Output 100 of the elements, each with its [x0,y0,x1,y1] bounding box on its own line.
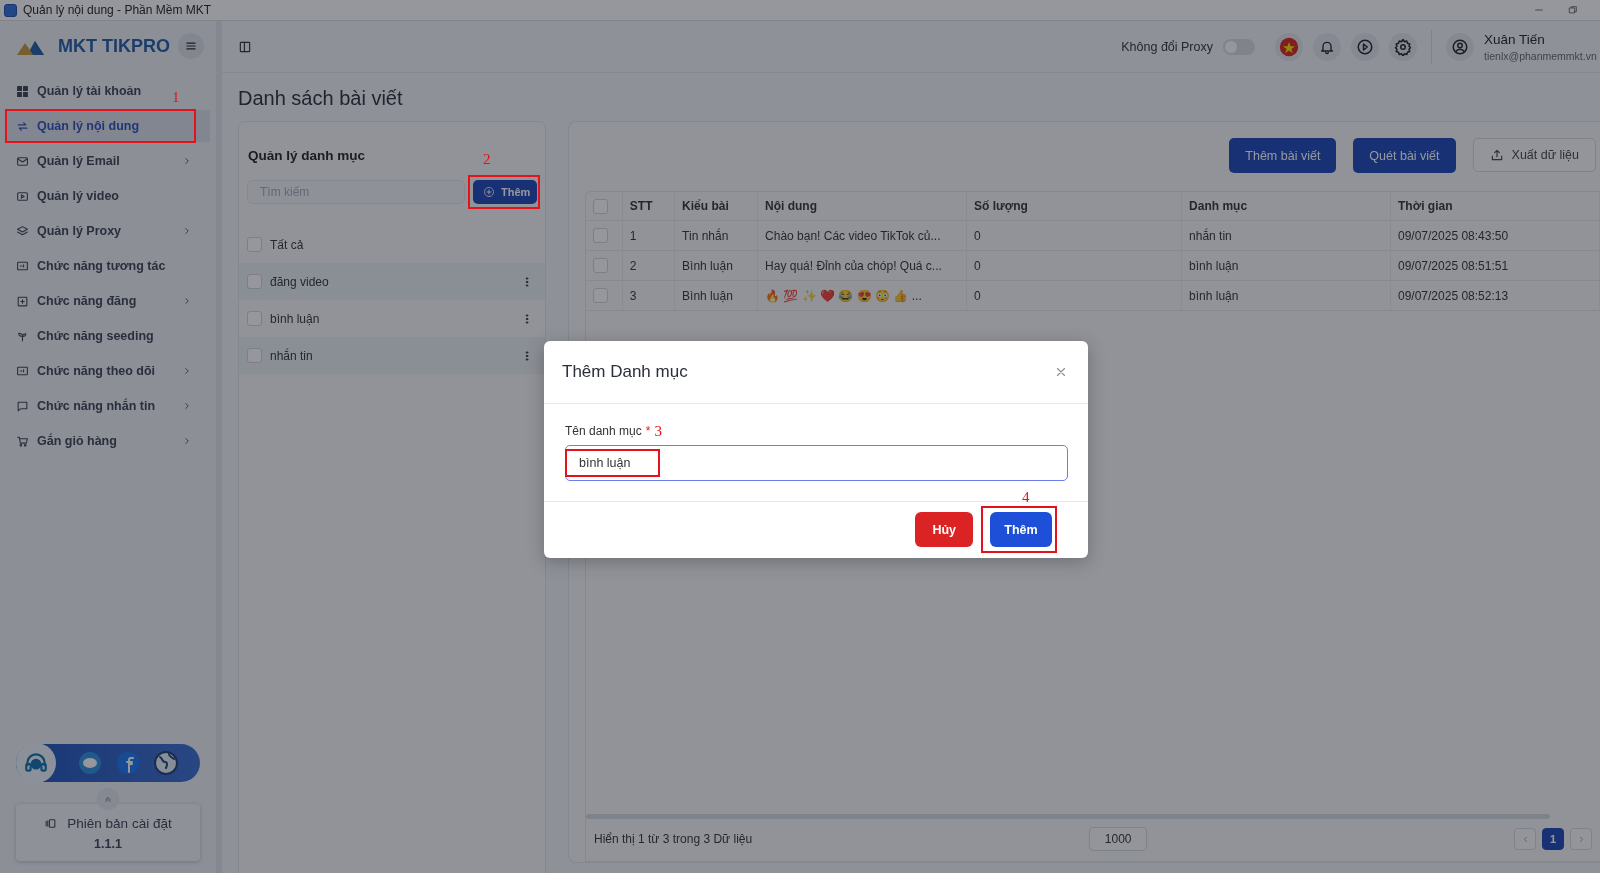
sidebar-item[interactable]: Chức năng đăng [6,285,208,317]
page-title: Danh sách bài viết [238,87,404,110]
layout-icon[interactable] [238,39,252,54]
checkbox[interactable] [247,311,262,326]
checkbox[interactable] [593,228,608,243]
window-title: Quản lý nội dung - Phần Mềm MKT [23,3,213,17]
version-number: 1.1.1 [94,837,122,851]
sidebar-item[interactable]: Quản lý video [6,180,129,212]
chevron-right-icon [182,296,192,306]
category-name: đăng video [270,274,330,289]
video-icon [16,189,29,203]
sidebar-item[interactable]: Gắn giỏ hàng [6,425,208,457]
version-label: Phiên bản cài đặt [67,816,172,831]
upload-icon [1489,148,1504,162]
action-button[interactable]: Thêm bài viết [1229,138,1337,173]
flag-icon [1279,36,1299,57]
chat-icon [16,364,29,378]
app-icon [4,3,17,17]
user-email: tienlx@phanmemmkt.vn [1484,49,1598,62]
table-cell: 0 [966,280,1182,311]
menu-icon [184,39,198,53]
checkbox[interactable] [593,198,608,214]
table-cell: 0 [966,220,1182,251]
table-cell: 3 [622,280,675,311]
table-cell: 2 [622,250,675,281]
chat-bubble-icon[interactable] [78,751,102,775]
step-number: 3 [654,424,662,439]
facebook-icon[interactable] [116,751,140,775]
cancel-button[interactable]: Hủy [915,512,973,547]
table-cell: 1 [622,220,675,251]
sidebar-item[interactable]: Quản lý nội dung [6,110,210,142]
device-icon [44,817,58,830]
sidebar-item[interactable]: Chức năng seeding [6,320,164,352]
grid-icon [16,84,29,98]
close-icon [1054,365,1068,379]
mail-icon [16,154,29,168]
chevron-right-icon [182,226,192,236]
action-button[interactable]: Quét bài viết [1353,138,1456,173]
table-cell: nhắn tin [1181,220,1391,251]
globe-icon[interactable] [154,751,178,775]
checkbox[interactable] [593,258,608,273]
proxy-label: Không đổi Proxy [1121,39,1213,54]
confirm-button[interactable]: Thêm [990,512,1052,547]
column-header: Số lượng [966,192,1182,221]
page-button[interactable]: 1 [1542,828,1564,850]
table-cell: 🔥 💯 ✨ ❤ 😂 😍 😳 👍 ... [757,280,967,311]
category-name-field[interactable]: bình luận [565,445,1068,481]
play-icon [1356,37,1374,56]
sidebar-item[interactable]: Chức năng theo dõi [6,355,208,387]
checkbox[interactable] [593,288,608,303]
add-category-button[interactable]: Thêm [473,180,537,204]
category-name: bình luận [270,311,321,326]
table-cell: 09/07/2025 08:52:13 [1390,280,1600,311]
play-button[interactable] [1351,32,1379,61]
settings-button[interactable] [1389,32,1417,61]
chevron-right-icon [182,156,192,166]
sidebar-item[interactable]: Quản lý Email [6,145,208,177]
table-cell: Bình luận [674,280,758,311]
category-name: Tất cả [270,237,305,252]
dialog-title: Thêm Danh mục [562,362,688,382]
page-size-field[interactable]: 1000 [1089,827,1148,851]
table-cell: 09/07/2025 08:51:51 [1390,250,1600,281]
chevron-right-icon [182,436,192,446]
layers-icon [16,224,29,238]
column-header: Thời gian [1390,192,1600,221]
table-cell: Bình luận [674,250,758,281]
chevron-right-icon [182,401,192,411]
table-cell: Chào bạn! Các video TikTok củ... [757,220,967,251]
cart-icon [16,434,29,448]
checkbox[interactable] [247,348,262,363]
sidebar-item[interactable]: Chức năng tương tác [6,250,176,282]
export-button[interactable]: Xuất dữ liệu [1472,138,1596,172]
sidebar-item[interactable]: Quản lý tài khoản [6,75,152,107]
table-cell: 09/07/2025 08:43:50 [1390,220,1600,251]
table-cell: Tin nhắn [674,220,758,251]
table-cell: 0 [966,250,1182,281]
step-number: 2 [483,152,491,167]
user-name: Xuân Tiến [1484,31,1546,47]
sidebar-item[interactable]: Chức năng nhắn tin [6,390,208,422]
sidebar-item[interactable]: Quản lý Proxy [6,215,208,247]
app-logo: MKT TIKPRO [58,35,170,57]
column-header: Nội dung [757,192,967,221]
restore-icon[interactable] [1568,5,1578,15]
chevron-right-icon [182,366,192,376]
column-header: STT [622,192,675,221]
table-cell: Hay quá! Đỉnh của chóp! Quá c... [757,250,967,281]
close-button[interactable] [1054,365,1068,379]
column-header: Kiểu bài [674,192,758,221]
checkbox[interactable] [247,274,262,289]
notification-button[interactable] [1313,32,1341,61]
menu-button[interactable] [178,33,204,59]
highlight-frame [468,175,540,209]
step-number: 1 [172,90,180,105]
panel-title: Quản lý danh mục [248,148,366,163]
column-header: Danh mục [1181,192,1391,221]
message-icon [16,399,29,413]
checkbox[interactable] [247,237,262,252]
avatar-button[interactable] [1446,32,1474,61]
language-button[interactable] [1275,32,1303,61]
double-chevron-up-icon [103,794,113,804]
